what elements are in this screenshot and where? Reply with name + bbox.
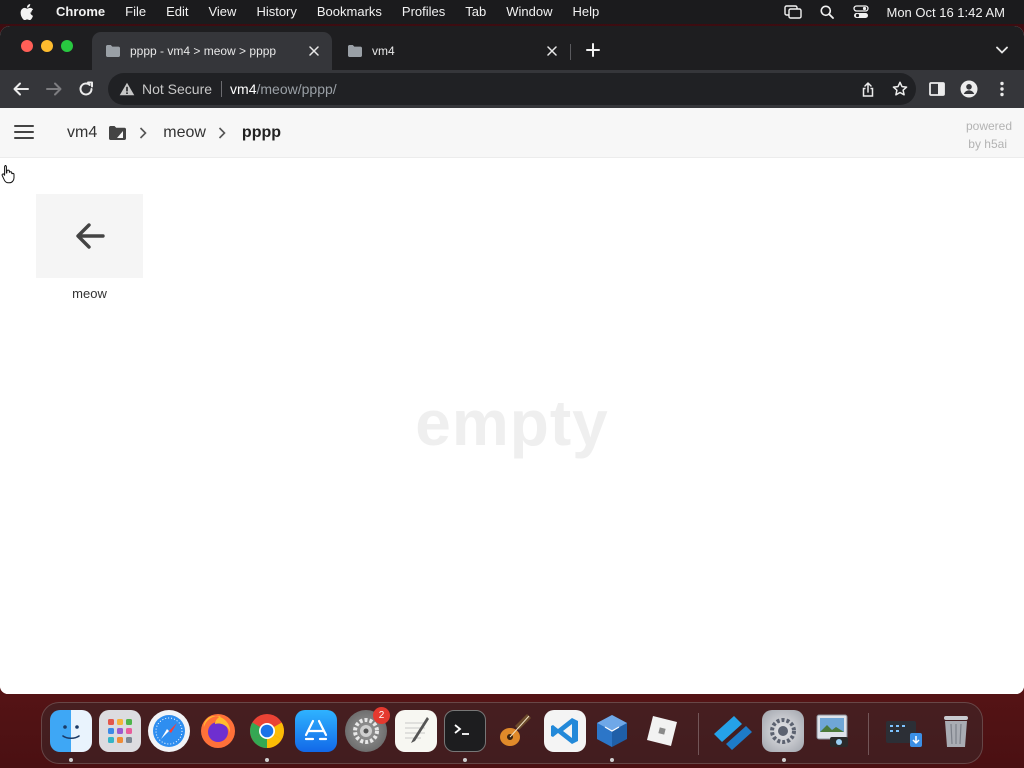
- back-arrow-icon: [75, 223, 105, 249]
- breadcrumb-meow[interactable]: meow: [163, 124, 206, 142]
- tab-active[interactable]: pppp - vm4 > meow > pppp: [92, 32, 332, 70]
- launchpad-icon[interactable]: [99, 710, 141, 752]
- window-zoom-button[interactable]: [61, 40, 73, 52]
- macos-menubar: Chrome File Edit View History Bookmarks …: [0, 0, 1024, 24]
- preview-icon[interactable]: [812, 710, 854, 752]
- tab-separator: [570, 44, 571, 60]
- spotlight-search-icon[interactable]: [810, 0, 844, 24]
- running-indicator: [463, 758, 467, 762]
- folder-icon: [106, 45, 120, 57]
- menu-profiles[interactable]: Profiles: [392, 0, 455, 24]
- folder-icon: [348, 45, 362, 57]
- side-panel-icon[interactable]: [926, 78, 948, 100]
- reload-icon[interactable]: [75, 78, 97, 100]
- menu-window[interactable]: Window: [496, 0, 562, 24]
- notification-badge: 2: [373, 707, 390, 724]
- menu-help[interactable]: Help: [563, 0, 610, 24]
- menu-history[interactable]: History: [246, 0, 306, 24]
- app-store-icon[interactable]: [295, 710, 337, 752]
- terminal-icon[interactable]: [444, 710, 486, 752]
- running-indicator: [610, 758, 614, 762]
- powered-by-h5ai-link[interactable]: powered by h5ai: [966, 117, 1012, 153]
- chrome-window: pppp - vm4 > meow > pppp vm4 Not Secure …: [0, 26, 1024, 694]
- empty-placeholder: empty: [415, 387, 609, 459]
- roblox-studio-icon[interactable]: [711, 710, 753, 752]
- downloads-stack-icon[interactable]: [883, 710, 925, 752]
- breadcrumb-vm4[interactable]: vm4: [67, 124, 97, 142]
- roblox-icon[interactable]: [641, 710, 683, 752]
- menu-bookmarks[interactable]: Bookmarks: [307, 0, 392, 24]
- dock-separator: [698, 713, 699, 755]
- parent-folder-item[interactable]: meow: [36, 194, 143, 301]
- share-icon[interactable]: [852, 73, 884, 105]
- finder-icon[interactable]: [50, 710, 92, 752]
- hand-cursor-icon: [1, 165, 15, 184]
- menu-tab[interactable]: Tab: [455, 0, 496, 24]
- tab-title: vm4: [372, 44, 395, 58]
- tab-close-icon[interactable]: [544, 43, 560, 59]
- browser-toolbar: Not Secure vm4/meow/pppp/: [0, 70, 1024, 108]
- chevron-right-icon: [218, 126, 228, 140]
- address-bar[interactable]: Not Secure vm4/meow/pppp/: [108, 73, 916, 105]
- forward-arrow-icon[interactable]: [43, 78, 65, 100]
- apple-icon[interactable]: [20, 4, 34, 20]
- menu-file[interactable]: File: [115, 0, 156, 24]
- garageband-guitar-icon[interactable]: [494, 710, 536, 752]
- hamburger-menu-icon[interactable]: [14, 125, 34, 141]
- safari-icon[interactable]: [148, 710, 190, 752]
- menu-edit[interactable]: Edit: [156, 0, 198, 24]
- powered-line-1: powered: [965, 119, 1012, 133]
- menu-view[interactable]: View: [198, 0, 246, 24]
- firefox-icon[interactable]: [197, 710, 239, 752]
- tab-title: pppp - vm4 > meow > pppp: [130, 44, 277, 58]
- menubar-clock[interactable]: Mon Oct 16 1:42 AM: [878, 5, 1024, 20]
- folder-home-icon[interactable]: [109, 126, 127, 140]
- omnibox-separator: [221, 81, 223, 97]
- tab-close-icon[interactable]: [306, 43, 322, 59]
- system-preferences-gear-icon[interactable]: 2: [345, 707, 390, 752]
- control-center-icon[interactable]: [844, 0, 878, 24]
- back-arrow-icon[interactable]: [10, 78, 32, 100]
- dock-separator: [868, 713, 869, 755]
- macos-dock: 2: [41, 702, 983, 764]
- breadcrumb-pppp[interactable]: pppp: [242, 124, 281, 142]
- system-preferences-icon[interactable]: [762, 710, 804, 752]
- menu-app-chrome[interactable]: Chrome: [48, 0, 115, 24]
- parent-folder-label[interactable]: meow: [36, 286, 143, 301]
- screen-mirroring-icon[interactable]: [776, 0, 810, 24]
- window-minimize-button[interactable]: [41, 40, 53, 52]
- url-path: /meow/pppp/: [256, 81, 337, 97]
- running-indicator: [782, 758, 786, 762]
- trash-icon[interactable]: [935, 710, 977, 752]
- powered-line-2: by h5ai: [968, 137, 1007, 151]
- virtualbox-icon[interactable]: [591, 710, 633, 752]
- running-indicator: [265, 758, 269, 762]
- window-close-button[interactable]: [21, 40, 33, 52]
- visual-studio-code-icon[interactable]: [544, 710, 586, 752]
- url-host: vm4: [230, 81, 257, 97]
- profile-avatar-icon[interactable]: [958, 78, 980, 100]
- tab-search-chevron-icon[interactable]: [994, 42, 1010, 58]
- tab-inactive[interactable]: vm4: [334, 32, 570, 70]
- breadcrumb: vm4 meow pppp: [67, 108, 281, 158]
- chevron-right-icon: [139, 126, 149, 140]
- google-chrome-icon[interactable]: [246, 710, 288, 752]
- new-tab-plus-icon[interactable]: [584, 41, 602, 59]
- h5ai-page: vm4 meow pppp powered by h5ai meow empty: [0, 108, 1024, 694]
- textedit-icon[interactable]: [395, 710, 437, 752]
- warning-triangle-icon[interactable]: [119, 81, 135, 97]
- running-indicator: [69, 758, 73, 762]
- parent-folder-thumbnail[interactable]: [36, 194, 143, 278]
- h5ai-topbar: vm4 meow pppp powered by h5ai: [0, 108, 1024, 158]
- bookmark-star-icon[interactable]: [884, 73, 916, 105]
- tab-strip: pppp - vm4 > meow > pppp vm4: [0, 26, 1024, 70]
- kebab-menu-icon[interactable]: [991, 78, 1013, 100]
- security-status-label[interactable]: Not Secure: [142, 81, 212, 97]
